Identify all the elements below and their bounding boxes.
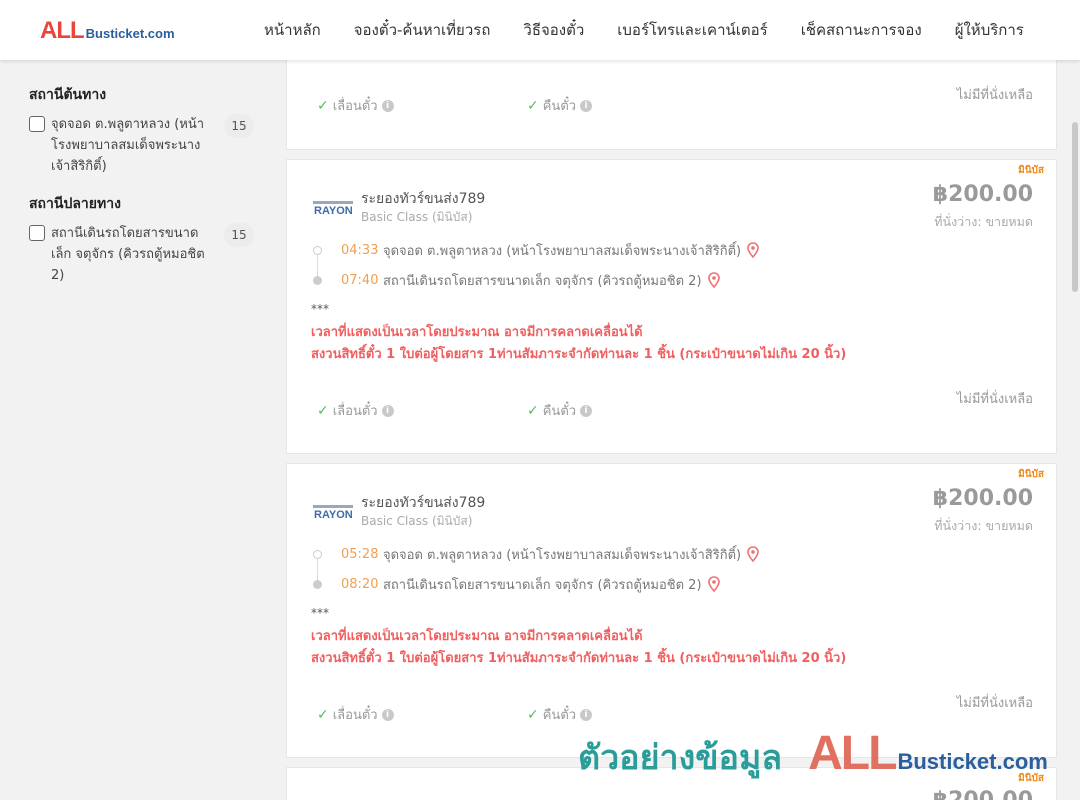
info-icon[interactable]: i — [580, 708, 593, 721]
origin-filter-title: สถานีต้นทาง — [29, 87, 107, 103]
top-header: ALL Busticket.com หน้าหลัก จองตั๋ว-ค้นหา… — [0, 0, 1080, 60]
info-icon[interactable]: i — [580, 404, 593, 417]
nav-book-search[interactable]: จองตั๋ว-ค้นหาเที่ยวรถ — [354, 18, 491, 42]
map-pin-icon[interactable] — [707, 576, 720, 592]
operator-logo-icon: RAYONG — [313, 505, 353, 520]
arrival-time: 08:20 — [341, 576, 379, 592]
departure-dot-icon — [313, 549, 322, 559]
refund-feature: ✓ คืนตั๋ว i — [527, 95, 593, 116]
minibus-tag: มินิบัส — [1018, 469, 1044, 480]
nav-how-to-book[interactable]: วิธีจองตั๋ว — [523, 18, 584, 42]
origin-filter-item[interactable]: จุดจอด ต.พลูตาหลวง (หน้าโรงพยาบาลสมเด็จพ… — [29, 114, 259, 177]
arrival-stop-name: สถานีเดินรถโดยสารขนาดเล็ก จตุจักร (คิวรถ… — [383, 577, 702, 593]
nav-check-booking[interactable]: เช็คสถานะการจอง — [801, 18, 922, 42]
watermark-logo-all: ALL — [808, 727, 897, 780]
main-nav: หน้าหลัก จองตั๋ว-ค้นหาเที่ยวรถ วิธีจองตั… — [264, 0, 1057, 60]
destination-filter-item[interactable]: สถานีเดินรถโดยสารขนาดเล็ก จตุจักร (คิวรถ… — [29, 223, 259, 286]
operator-logo-icon: RAYONG — [313, 201, 353, 216]
destination-checkbox[interactable] — [29, 225, 45, 241]
departure-time: 04:33 — [341, 242, 379, 258]
svg-text:RAYONG: RAYONG — [314, 205, 353, 216]
departure-stop-name: จุดจอด ต.พลูตาหลวง (หน้าโรงพยาบาลสมเด็จพ… — [383, 547, 742, 563]
page-scrollbar[interactable] — [1070, 60, 1080, 800]
info-icon[interactable]: i — [381, 708, 394, 721]
departure-stop: 04:33 จุดจอด ต.พลูตาหลวง (หน้าโรงพยาบาลส… — [313, 240, 759, 260]
refund-label: คืนตั๋ว — [542, 99, 577, 114]
filter-sidebar: สถานีต้นทาง จุดจอด ต.พลูตาหลวง (หน้าโรงพ… — [29, 60, 259, 286]
destination-count-badge: 15 — [224, 223, 254, 247]
refund-label: คืนตั๋ว — [542, 708, 577, 723]
seat-availability: ที่นั่งว่าง: ขายหมด — [934, 214, 1033, 229]
refund-feature: ✓ คืนตั๋ว i — [527, 400, 593, 421]
nav-home[interactable]: หน้าหลัก — [264, 18, 321, 42]
svg-text:RAYONG: RAYONG — [314, 509, 353, 520]
scrollbar-thumb[interactable] — [1072, 122, 1078, 292]
logo-busticket: Busticket.com — [85, 26, 175, 41]
bus-class: Basic Class (มินิบัส) — [361, 210, 473, 224]
nav-operators[interactable]: ผู้ให้บริการ — [955, 18, 1024, 42]
map-pin-icon[interactable] — [747, 546, 759, 562]
minibus-tag: มินิบัส — [1018, 165, 1044, 176]
bus-class: Basic Class (มินิบัส) — [361, 514, 473, 528]
departure-stop-name: จุดจอด ต.พลูตาหลวง (หน้าโรงพยาบาลสมเด็จพ… — [383, 243, 742, 259]
refund-feature: ✓ คืนตั๋ว i — [527, 704, 593, 725]
trip-card-partial-top: ✓ เลื่อนตั๋ว i ✓ คืนตั๋ว i ไม่มีที่นั่งเ… — [286, 50, 1057, 150]
arrival-stop: 07:40 สถานีเดินรถโดยสารขนาดเล็ก จตุจักร … — [313, 270, 720, 290]
operator-name: ระยองทัวร์ขนส่ง789 — [361, 191, 486, 207]
info-icon[interactable]: i — [381, 99, 394, 112]
watermark-logo-busticket: Busticket.com — [897, 749, 1048, 774]
arrival-time: 07:40 — [341, 272, 379, 288]
warning-luggage-note: สงวนสิทธิ์ตั๋ว 1 ใบต่อผู้โดยสาร 1ท่านสัม… — [311, 347, 847, 362]
departure-stop: 05:28 จุดจอด ต.พลูตาหลวง (หน้าโรงพยาบาลส… — [313, 544, 759, 564]
destination-filter-title: สถานีปลายทาง — [29, 196, 121, 212]
map-pin-icon[interactable] — [747, 242, 759, 258]
reschedule-feature: ✓ เลื่อนตั๋ว i — [317, 704, 394, 725]
check-icon: ✓ — [317, 402, 329, 419]
departure-dot-icon — [313, 245, 322, 255]
seat-availability: ที่นั่งว่าง: ขายหมด — [934, 518, 1033, 533]
arrival-dot-icon — [313, 275, 322, 285]
check-icon: ✓ — [527, 97, 539, 114]
trip-card[interactable]: มินิบัส RAYONG ระยองทัวร์ขนส่ง789 Basic … — [286, 159, 1057, 454]
arrival-stop: 08:20 สถานีเดินรถโดยสารขนาดเล็ก จตุจักร … — [313, 574, 720, 594]
arrival-dot-icon — [313, 579, 322, 589]
note-stars: *** — [311, 606, 329, 620]
sample-data-watermark: ตัวอย่างข้อมูล ALL Busticket.com — [578, 726, 1048, 784]
site-logo[interactable]: ALL Busticket.com — [40, 17, 175, 45]
reschedule-label: เลื่อนตั๋ว — [332, 404, 378, 419]
nav-phone-counter[interactable]: เบอร์โทรและเคาน์เตอร์ — [617, 18, 767, 42]
check-icon: ✓ — [527, 402, 539, 419]
no-seat-text: ไม่มีที่นั่งเหลือ — [956, 392, 1033, 407]
warning-time-note: เวลาที่แสดงเป็นเวลาโดยประมาณ อาจมีการคลา… — [311, 629, 643, 644]
destination-filter-label: สถานีเดินรถโดยสารขนาดเล็ก จตุจักร (คิวรถ… — [51, 226, 205, 283]
logo-all: ALL — [40, 17, 85, 44]
info-icon[interactable]: i — [580, 99, 593, 112]
ticket-price: ฿200.00 — [933, 788, 1033, 800]
refund-label: คืนตั๋ว — [542, 404, 577, 419]
trip-card[interactable]: มินิบัส RAYONG ระยองทัวร์ขนส่ง789 Basic … — [286, 463, 1057, 758]
check-icon: ✓ — [317, 706, 329, 723]
reschedule-feature: ✓ เลื่อนตั๋ว i — [317, 95, 394, 116]
warning-luggage-note: สงวนสิทธิ์ตั๋ว 1 ใบต่อผู้โดยสาร 1ท่านสัม… — [311, 651, 847, 666]
reschedule-label: เลื่อนตั๋ว — [332, 708, 378, 723]
reschedule-feature: ✓ เลื่อนตั๋ว i — [317, 400, 394, 421]
reschedule-label: เลื่อนตั๋ว — [332, 99, 378, 114]
check-icon: ✓ — [527, 706, 539, 723]
no-seat-text: ไม่มีที่นั่งเหลือ — [956, 696, 1033, 711]
departure-time: 05:28 — [341, 546, 379, 562]
info-icon[interactable]: i — [381, 404, 394, 417]
ticket-price: ฿200.00 — [932, 182, 1033, 207]
operator-name: ระยองทัวร์ขนส่ง789 — [361, 495, 486, 511]
origin-filter-label: จุดจอด ต.พลูตาหลวง (หน้าโรงพยาบาลสมเด็จพ… — [51, 117, 205, 174]
warning-time-note: เวลาที่แสดงเป็นเวลาโดยประมาณ อาจมีการคลา… — [311, 325, 643, 340]
ticket-price: ฿200.00 — [932, 486, 1033, 511]
watermark-text: ตัวอย่างข้อมูล — [578, 738, 783, 778]
note-stars: *** — [311, 302, 329, 316]
no-seat-text: ไม่มีที่นั่งเหลือ — [956, 88, 1033, 103]
arrival-stop-name: สถานีเดินรถโดยสารขนาดเล็ก จตุจักร (คิวรถ… — [383, 273, 702, 289]
map-pin-icon[interactable] — [707, 272, 720, 288]
origin-count-badge: 15 — [224, 114, 254, 138]
origin-checkbox[interactable] — [29, 116, 45, 132]
check-icon: ✓ — [317, 97, 329, 114]
